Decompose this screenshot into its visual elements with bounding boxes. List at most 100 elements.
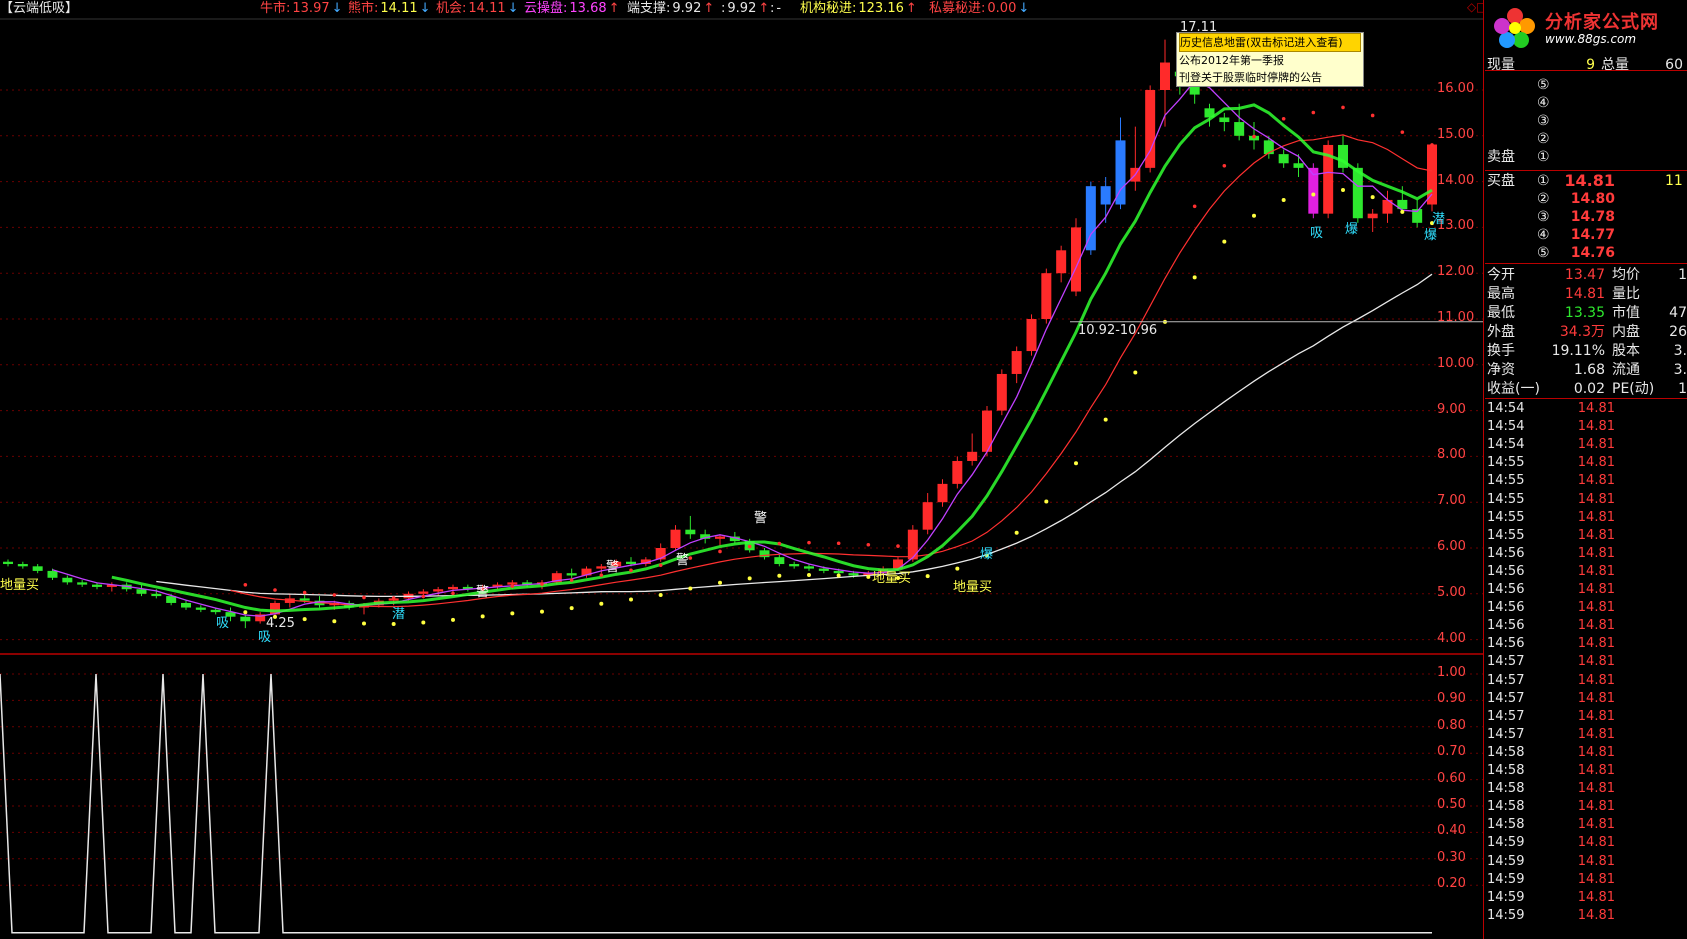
level-num: ④ xyxy=(1537,95,1550,111)
tick-time: 14:56 xyxy=(1487,636,1525,652)
indicator-value: 9.92 xyxy=(672,1,702,16)
sub-axis-label: 0.50 xyxy=(1437,797,1466,812)
resistance-dot xyxy=(302,590,307,595)
tick-price: 14.81 xyxy=(1577,600,1615,616)
tick-time: 14:56 xyxy=(1487,582,1525,597)
resistance-dot xyxy=(540,582,544,586)
price-axis-label: 16.00 xyxy=(1437,81,1475,96)
tick-price: 14.81 xyxy=(1577,509,1615,525)
logo-name: 分析家公式网 xyxy=(1545,12,1659,33)
ma-red-line xyxy=(230,134,1433,608)
stat-label: 均价 xyxy=(1612,267,1640,283)
tick-row: 14:55 14.81 xyxy=(1485,509,1687,527)
indicator-label: : xyxy=(721,1,726,16)
support-dot xyxy=(1311,192,1316,197)
buy-level-row: ⑤ 14.76 xyxy=(1485,244,1687,262)
stat-row: 净资 1.68 流通 3. xyxy=(1485,361,1687,379)
tick-time: 14:58 xyxy=(1487,817,1525,833)
stat-row: 换手 19.11% 股本 3. xyxy=(1485,342,1687,360)
candle-body xyxy=(952,460,963,484)
candle-body xyxy=(136,589,147,594)
tick-row: 14:56 14.81 xyxy=(1485,563,1687,581)
tick-time: 14:59 xyxy=(1487,871,1525,887)
support-dot xyxy=(1370,195,1375,200)
indicator-item: 端支撑: 9.92 ↑ xyxy=(627,0,716,18)
label: 买盘 xyxy=(1487,173,1515,189)
kline-chart-area[interactable] xyxy=(0,0,1483,939)
candle-body xyxy=(818,568,829,571)
indicator-value: 0.00 xyxy=(987,1,1017,16)
history-info-popup[interactable]: 历史信息地雷(双击标记进入查看) 公布2012年第一季报 刊登关于股票临时停牌的… xyxy=(1176,32,1364,87)
bid-price: 14.81 xyxy=(1564,171,1615,190)
tick-time: 14:59 xyxy=(1487,907,1525,923)
signal-marker: 4.25 xyxy=(266,616,295,631)
stat-label: PE(动) xyxy=(1612,381,1655,397)
sub-axis-label: 0.20 xyxy=(1437,876,1466,892)
candle-body xyxy=(922,502,933,530)
popup-title[interactable]: 历史信息地雷(双击标记进入查看) xyxy=(1179,33,1361,52)
tick-row: 14:57 14.81 xyxy=(1485,672,1687,690)
tick-time: 14:58 xyxy=(1487,763,1525,778)
indicator-item: 云操盘: 13.68 ↑ xyxy=(524,0,622,18)
indicator-item: :9.92 ↑ xyxy=(721,0,771,18)
value: 60 xyxy=(1665,57,1683,73)
stat-value: 1.68 xyxy=(1573,362,1605,378)
diamond-icon[interactable]: ◇ xyxy=(1467,0,1476,14)
candle-body xyxy=(670,529,681,548)
tick-row: 14:54 14.81 xyxy=(1485,436,1687,454)
tick-time: 14:54 xyxy=(1487,437,1525,453)
signal-marker: 爆 xyxy=(1345,222,1359,237)
tick-price: 14.81 xyxy=(1577,527,1615,543)
stat-row: 今开 13.47 均价 1 xyxy=(1485,266,1687,284)
stat-label: 股本 xyxy=(1612,343,1640,359)
tick-time: 14:57 xyxy=(1487,654,1525,670)
tick-time: 14:57 xyxy=(1487,672,1525,688)
resistance-dot xyxy=(896,544,900,548)
indicator-item: 牛市: 13.97 ↓ xyxy=(260,0,345,18)
signal-marker: 吸 xyxy=(216,616,230,631)
volume-row: 现量 9 总量 60 xyxy=(1485,56,1687,74)
support-dot xyxy=(1222,239,1227,244)
stat-label: 内盘 xyxy=(1612,324,1640,340)
support-dot xyxy=(807,572,811,577)
tick-row: 14:56 14.81 xyxy=(1485,635,1687,653)
stat-row: 外盘 34.3万 内盘 26 xyxy=(1485,323,1687,341)
stat-value: 14.81 xyxy=(1564,286,1605,302)
tick-time: 14:57 xyxy=(1487,708,1525,724)
sub-axis-label: 0.90 xyxy=(1437,691,1466,707)
candle-body xyxy=(32,566,43,571)
candle-body xyxy=(433,589,444,592)
sub-axis-label: 0.70 xyxy=(1437,744,1466,760)
label: 现量 xyxy=(1487,57,1515,73)
stat-label: 净资 xyxy=(1487,362,1515,378)
tick-time: 14:58 xyxy=(1487,744,1525,760)
stat-label: 最高 xyxy=(1487,286,1515,302)
signal-marker: 警 xyxy=(476,585,490,600)
signal-line xyxy=(0,673,1432,934)
tick-price: 14.81 xyxy=(1577,708,1615,724)
kline-chart[interactable] xyxy=(0,0,1483,939)
level-num: ⑤ xyxy=(1537,245,1550,261)
indicator-arrow: ↑ xyxy=(608,1,620,16)
resistance-dot xyxy=(421,594,426,599)
candle-body xyxy=(181,602,191,608)
candle-body xyxy=(1234,122,1245,136)
candle-body xyxy=(1219,117,1230,123)
candle-body xyxy=(1367,213,1378,219)
candle-body xyxy=(17,564,28,567)
tick-row: 14:58 14.81 xyxy=(1485,798,1687,816)
sell-level-row: ④ xyxy=(1485,94,1687,112)
tick-row: 14:57 14.81 xyxy=(1485,708,1687,726)
resistance-dot xyxy=(510,584,515,588)
price-axis-label: 11.00 xyxy=(1437,310,1475,325)
level-num: ② xyxy=(1537,191,1550,207)
candle-body xyxy=(937,483,948,503)
resistance-dot xyxy=(599,573,604,577)
support-dot xyxy=(688,586,693,591)
stat-value: 3. xyxy=(1673,343,1687,359)
support-dot xyxy=(391,621,396,626)
support-dot xyxy=(1044,499,1049,504)
support-dot xyxy=(1074,461,1078,466)
price-axis-label: 15.00 xyxy=(1437,126,1475,142)
tick-row: 14:55 14.81 xyxy=(1485,454,1687,472)
